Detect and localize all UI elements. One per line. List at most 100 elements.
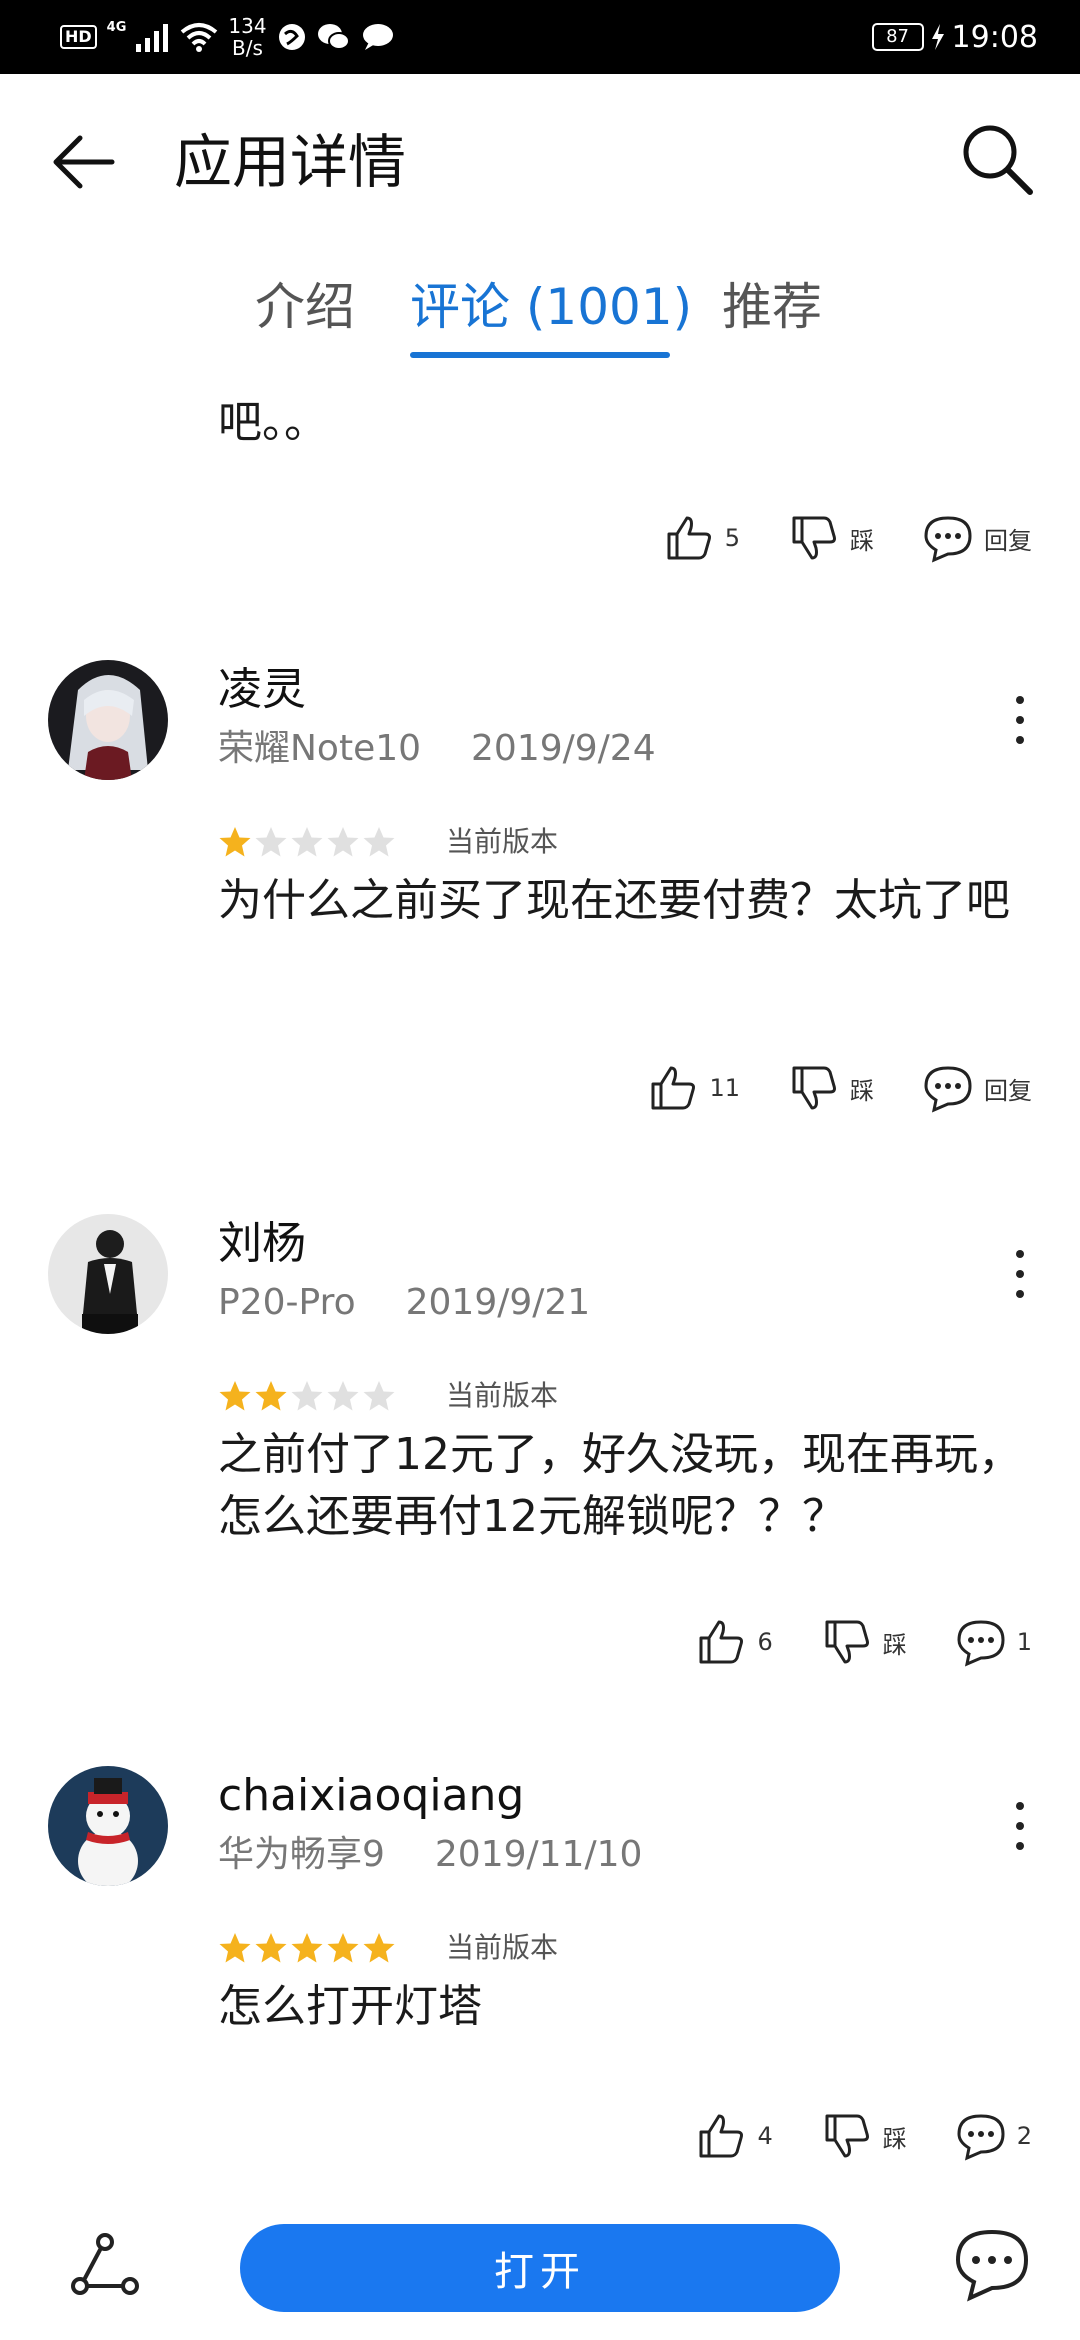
device-name: 荣耀Note10 (218, 728, 422, 769)
review-date: 2019/11/10 (434, 1834, 643, 1875)
thumbs-down-icon (825, 1620, 869, 1664)
star-filled-icon (255, 1381, 287, 1411)
like-count: 5 (724, 524, 740, 552)
dislike-button[interactable]: 踩 (821, 1612, 907, 1672)
review-text: 之前付了12元了，好久没玩，现在再玩，怎么还要再付12元解锁呢？？？ (218, 1429, 1022, 1542)
tab-intro[interactable]: 介绍 (255, 262, 355, 352)
reviewer-name: 刘杨 (218, 1218, 306, 1269)
charging-icon (931, 24, 944, 50)
dislike-button[interactable]: 踩 (821, 2106, 907, 2166)
tab-bar: 介绍 评论 (1001) 推荐 (0, 262, 1080, 362)
comment-bubble-icon (924, 1066, 972, 1113)
hd-badge: HD (60, 25, 97, 49)
comment-bubble-icon (924, 516, 972, 563)
tab-recommend[interactable]: 推荐 (722, 262, 822, 352)
thumbs-up-icon (699, 2114, 744, 2158)
reply-label: 回复 (984, 1076, 1032, 1105)
star-rating (218, 1376, 398, 1416)
device-name: P20-Pro (218, 1282, 356, 1323)
search-icon[interactable] (956, 118, 1040, 202)
reply-label: 回复 (984, 526, 1032, 555)
reviewer-name: 凌灵 (218, 664, 306, 715)
reply-button[interactable]: 回复 (922, 1058, 1032, 1118)
reply-button[interactable]: 回复 (922, 508, 1032, 568)
avatar[interactable] (48, 1214, 168, 1334)
open-app-button[interactable]: 打开 (240, 2224, 840, 2312)
network-speed: 134 B/s (228, 15, 266, 59)
write-review-icon[interactable] (952, 2224, 1032, 2304)
avatar-image (48, 1766, 168, 1886)
tab-reviews[interactable]: 评论 (1001) (410, 262, 692, 352)
comment-bubble-icon (957, 1620, 1005, 1667)
star-filled-icon (219, 827, 251, 857)
star-empty-icon (255, 827, 287, 857)
thumbs-down-icon (792, 1066, 836, 1110)
app-header: 应用详情 (0, 74, 1080, 250)
star-filled-icon (255, 1933, 287, 1963)
review-text: 吧。。 (218, 397, 328, 448)
page-title: 应用详情 (174, 128, 407, 196)
avatar-image (48, 1214, 168, 1334)
version-label: 当前版本 (446, 825, 559, 858)
clock: 19:08 (951, 19, 1038, 55)
avatar-image (48, 660, 168, 780)
reply-count: 1 (1016, 1628, 1032, 1656)
status-right: 87 19:08 (871, 14, 1038, 60)
like-count: 6 (757, 1628, 773, 1656)
star-filled-icon (219, 1381, 251, 1411)
comment-bubble-icon (957, 2114, 1005, 2161)
version-label: 当前版本 (446, 1379, 559, 1412)
like-button[interactable]: 4 (695, 2106, 773, 2166)
thumbs-down-icon (792, 516, 836, 560)
review-actions: 4 踩 2 (647, 2106, 1032, 2166)
avatar[interactable] (48, 1766, 168, 1886)
thumbs-down-icon (825, 2114, 869, 2158)
more-options-icon[interactable] (1000, 690, 1040, 750)
review-actions: 11 踩 回复 (599, 1058, 1032, 1118)
reply-button[interactable]: 1 (955, 1612, 1032, 1672)
review-item: chaixiaoqiang 华为畅享9 2019/11/10 当前版本 怎么打开灯… (0, 1766, 1080, 2190)
star-filled-icon (327, 1933, 359, 1963)
star-rating (218, 1928, 398, 1968)
dislike-label: 踩 (882, 1630, 907, 1659)
reviews-list[interactable]: 吧。。 5 踩 回复 凌灵 荣耀Note10 2019/9/24 当前版本 为什… (0, 380, 1080, 2190)
like-button[interactable]: 6 (695, 1612, 773, 1672)
star-empty-icon (291, 827, 323, 857)
message-icon (362, 24, 393, 50)
like-button[interactable]: 5 (663, 508, 740, 568)
version-label: 当前版本 (446, 1931, 559, 1964)
dislike-button[interactable]: 踩 (788, 508, 874, 568)
dislike-button[interactable]: 踩 (788, 1058, 874, 1118)
dislike-label: 踩 (882, 2124, 907, 2153)
review-date: 2019/9/21 (405, 1282, 591, 1323)
dislike-label: 踩 (850, 1076, 874, 1105)
more-options-icon[interactable] (1000, 1796, 1040, 1856)
like-count: 11 (709, 1074, 740, 1102)
thumbs-up-icon (651, 1066, 696, 1110)
star-empty-icon (363, 1381, 395, 1411)
reply-count: 2 (1016, 2122, 1032, 2150)
review-item: 刘杨 P20-Pro 2019/9/21 当前版本 之前付了12元了，好久没玩，现… (0, 1214, 1080, 1714)
cell-signal-icon (136, 24, 169, 52)
star-empty-icon (327, 1381, 359, 1411)
network-type: 4G (106, 19, 127, 35)
review-actions: 5 踩 回复 (615, 508, 1032, 568)
more-options-icon[interactable] (1000, 1244, 1040, 1304)
share-icon[interactable] (70, 2230, 140, 2300)
back-arrow-icon[interactable] (46, 124, 122, 200)
like-button[interactable]: 11 (647, 1058, 740, 1118)
star-empty-icon (363, 827, 395, 857)
review-item: 凌灵 荣耀Note10 2019/9/24 当前版本 为什么之前买了现在还要付费？… (0, 660, 1080, 1160)
wifi-icon (181, 23, 218, 52)
reply-button[interactable]: 2 (955, 2106, 1032, 2166)
device-name: 华为畅享9 (218, 1834, 385, 1875)
status-bar: HD 4G 134 B/s 87 19:08 (0, 0, 1080, 74)
star-rating (218, 822, 398, 862)
review-actions: 6 踩 1 (647, 1612, 1032, 1672)
avatar[interactable] (48, 660, 168, 780)
review-date: 2019/9/24 (471, 728, 656, 769)
thumbs-up-icon (667, 516, 711, 560)
star-filled-icon (363, 1933, 395, 1963)
battery-icon: 87 (871, 23, 924, 51)
status-left: HD 4G 134 B/s (60, 14, 395, 60)
